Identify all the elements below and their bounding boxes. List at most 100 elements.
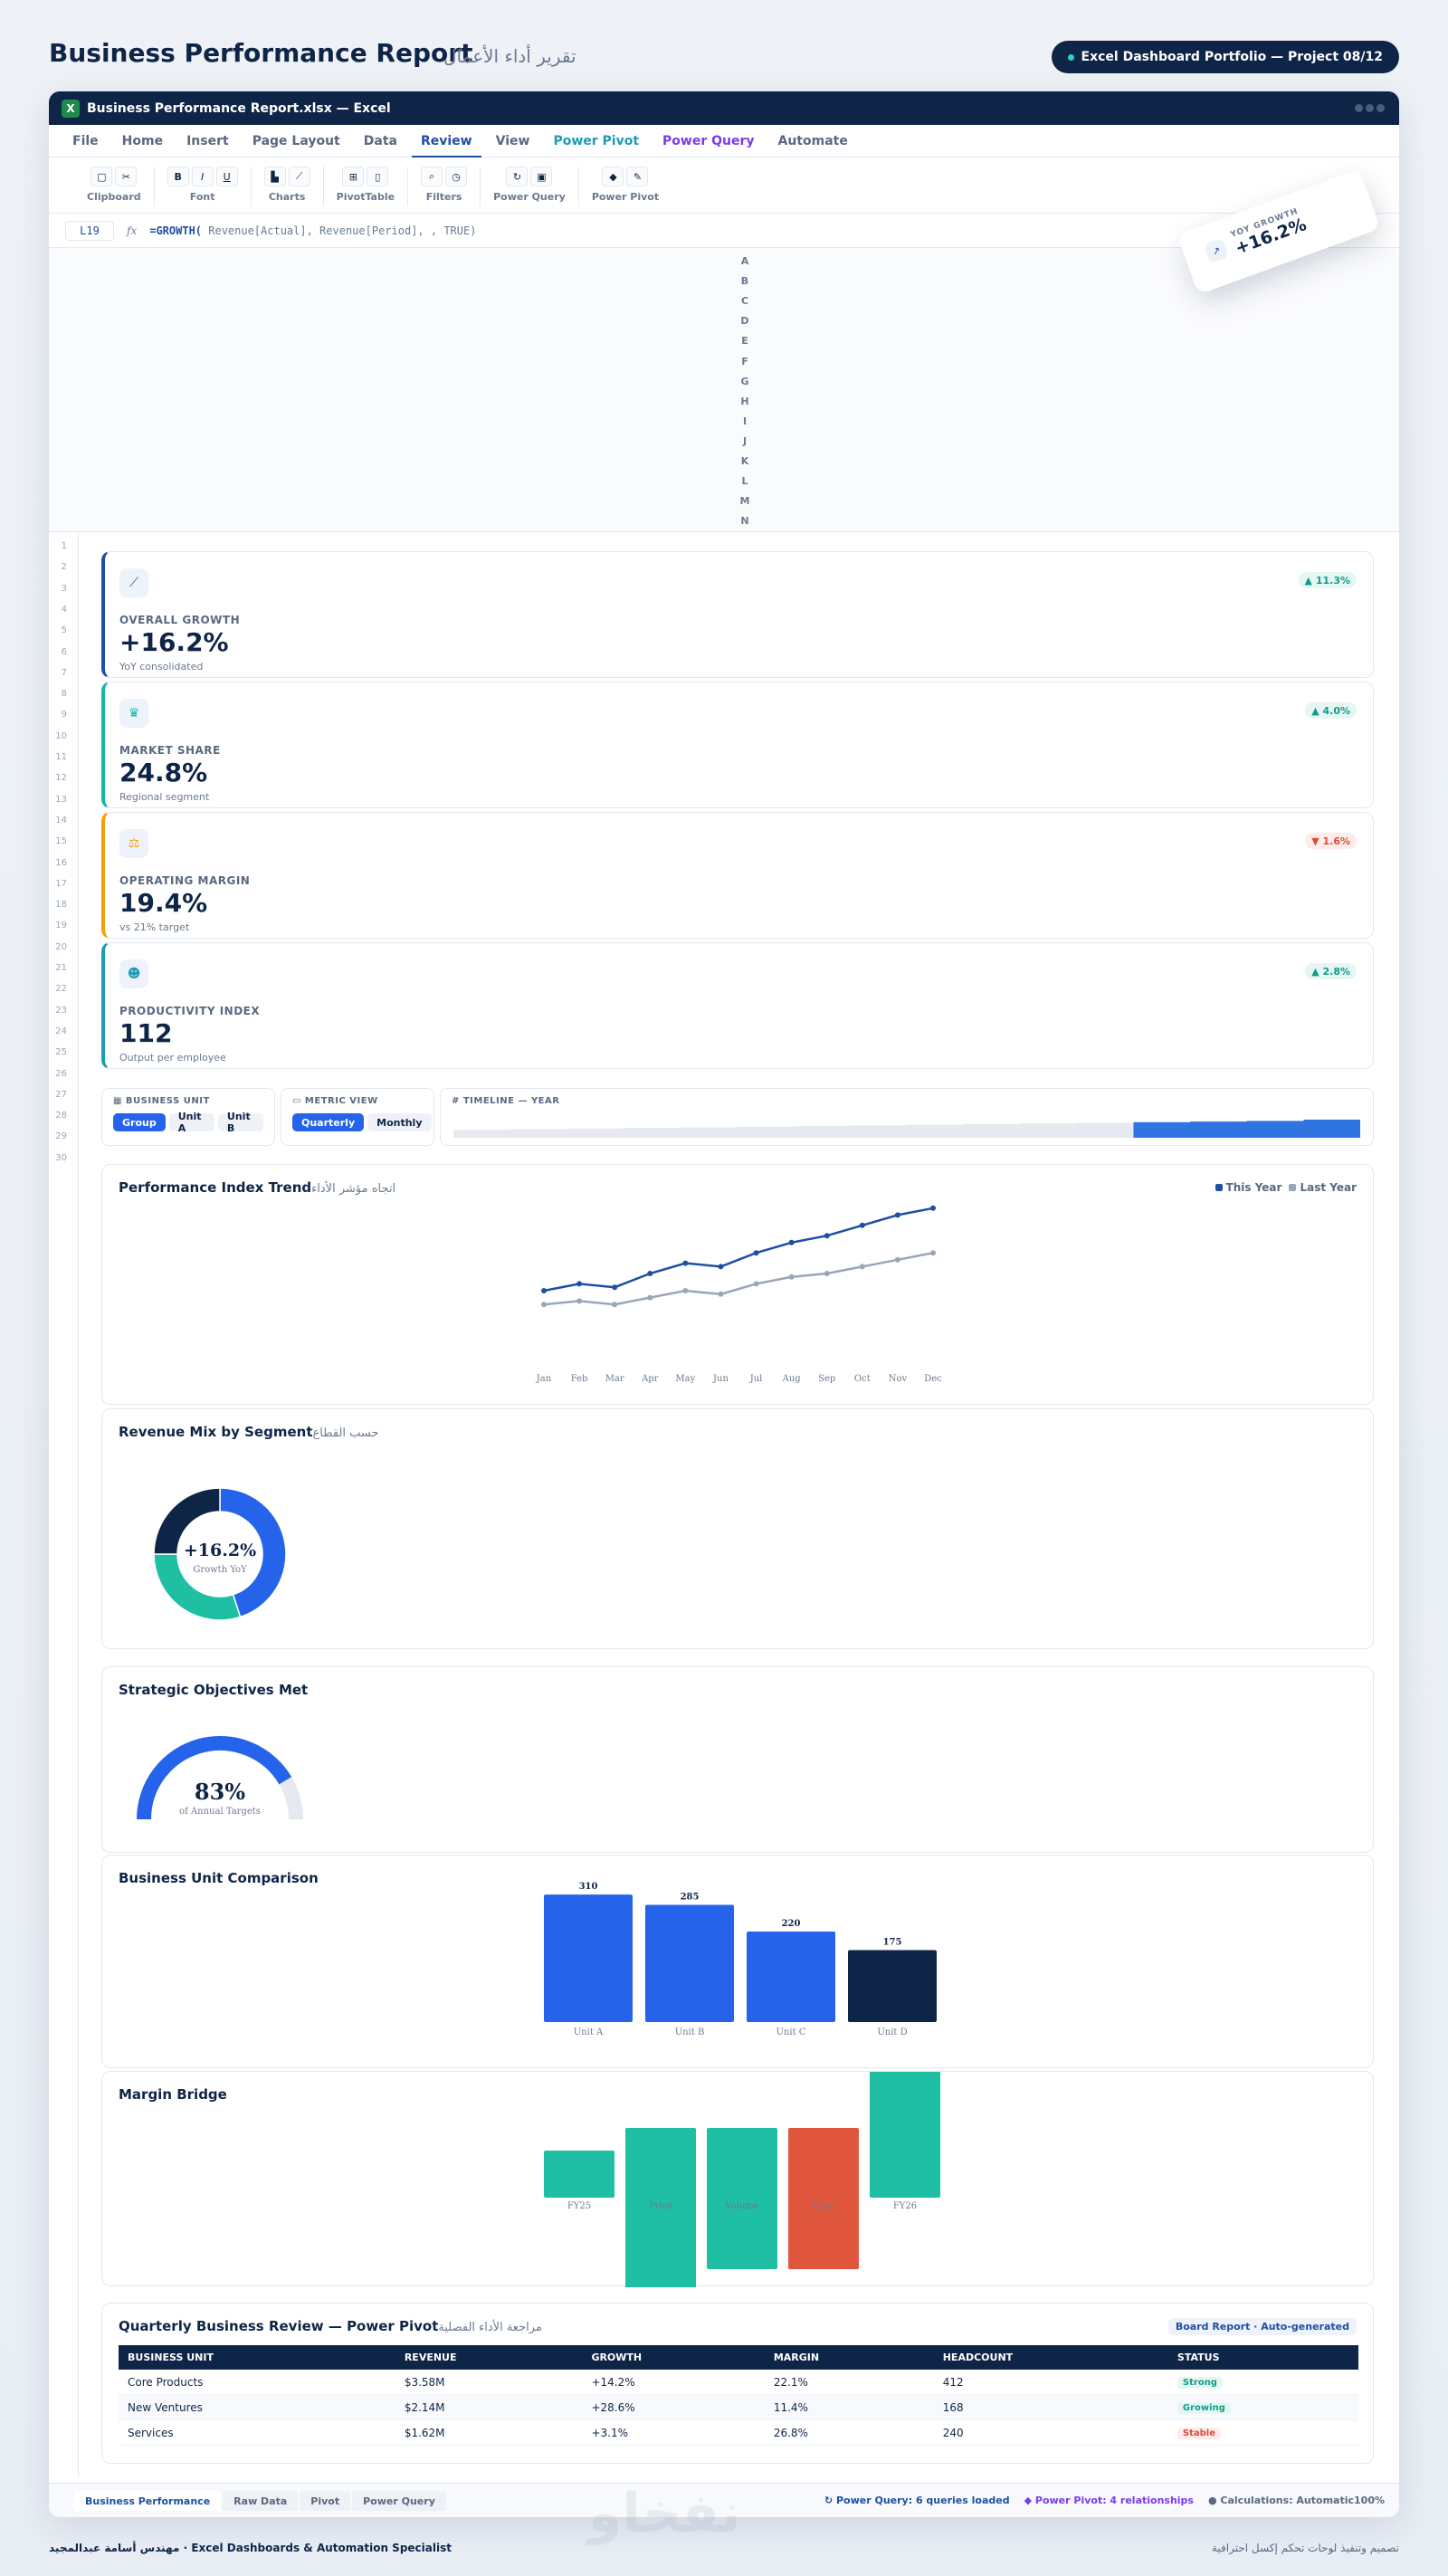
- fx-icon[interactable]: fx: [127, 224, 137, 237]
- column-header[interactable]: STATUS: [1167, 2345, 1358, 2370]
- row-header[interactable]: 9: [49, 710, 67, 720]
- row-header[interactable]: 18: [49, 900, 67, 910]
- column-header-e[interactable]: E: [738, 335, 751, 347]
- sheet-tab-business-performance[interactable]: Business Performance: [74, 2491, 222, 2511]
- power-query-status[interactable]: ↻ Power Query: 6 queries loaded: [824, 2495, 1010, 2506]
- row-header[interactable]: 22: [49, 984, 67, 994]
- row-header[interactable]: 7: [49, 668, 67, 678]
- format-i-button[interactable]: I: [191, 167, 214, 186]
- row-header[interactable]: 23: [49, 1006, 67, 1016]
- column-header-i[interactable]: I: [738, 415, 751, 427]
- menu-automate[interactable]: Automate: [778, 125, 848, 157]
- menu-view[interactable]: View: [496, 125, 530, 157]
- row-header[interactable]: 19: [49, 921, 67, 930]
- column-header-g[interactable]: G: [738, 376, 751, 387]
- table-row[interactable]: Services $1.62M +3.1% 26.8% 240 Stable: [119, 2419, 1358, 2446]
- row-header[interactable]: 1: [49, 541, 67, 551]
- row-header[interactable]: 8: [49, 689, 67, 699]
- column-header-m[interactable]: M: [738, 495, 751, 507]
- search-icon[interactable]: ⌕: [421, 167, 443, 186]
- document-icon[interactable]: ▯: [367, 167, 389, 186]
- slicer-option-group[interactable]: Group: [113, 1113, 166, 1131]
- scissors-icon[interactable]: ✂: [115, 167, 138, 186]
- slicer-option-unit-a[interactable]: Unit A: [168, 1111, 214, 1134]
- column-header[interactable]: MARGIN: [764, 2345, 934, 2370]
- row-header[interactable]: 6: [49, 647, 67, 657]
- column-header-a[interactable]: A: [738, 255, 751, 267]
- row-header[interactable]: 21: [49, 963, 67, 973]
- sheet-tab-raw-data[interactable]: Raw Data: [223, 2491, 299, 2511]
- menu-page-layout[interactable]: Page Layout: [252, 125, 340, 157]
- clock-icon[interactable]: ◷: [445, 167, 468, 186]
- clipboard-icon[interactable]: ▢: [90, 167, 113, 186]
- row-header[interactable]: 26: [49, 1069, 67, 1079]
- refresh-icon[interactable]: ↻: [506, 167, 529, 186]
- row-header[interactable]: 27: [49, 1090, 67, 1100]
- column-header[interactable]: HEADCOUNT: [933, 2345, 1168, 2370]
- row-header[interactable]: 3: [49, 584, 67, 594]
- slicer-option-unit-b[interactable]: Unit B: [217, 1111, 263, 1134]
- format-u-button[interactable]: U: [215, 167, 238, 186]
- column-header[interactable]: REVENUE: [395, 2345, 583, 2370]
- column-header-d[interactable]: D: [738, 315, 751, 327]
- column-header-c[interactable]: C: [738, 295, 751, 307]
- column-header-h[interactable]: H: [738, 396, 751, 407]
- kpi-card-market-share[interactable]: ♛ MARKET SHARE 24.8% Regional segment ▲ 4.0%: [101, 682, 1374, 808]
- pencil-icon[interactable]: ✎: [626, 167, 649, 186]
- column-header-l[interactable]: L: [738, 475, 751, 487]
- kpi-card-productivity-index[interactable]: ☻ PRODUCTIVITY INDEX 112 Output per employe…: [101, 942, 1374, 1069]
- slicer-option-monthly[interactable]: Monthly: [367, 1113, 432, 1131]
- window-dot-icon[interactable]: [1377, 104, 1385, 112]
- column-header[interactable]: BUSINESS UNIT: [119, 2345, 395, 2370]
- row-header[interactable]: 16: [49, 858, 67, 868]
- save-icon[interactable]: ▣: [530, 167, 553, 186]
- column-header[interactable]: GROWTH: [582, 2345, 765, 2370]
- column-header-j[interactable]: J: [738, 435, 751, 447]
- menu-file[interactable]: File: [72, 125, 99, 157]
- row-header[interactable]: 10: [49, 731, 67, 741]
- menu-home[interactable]: Home: [122, 125, 163, 157]
- row-header[interactable]: 24: [49, 1026, 67, 1036]
- slicer-option-quarterly[interactable]: Quarterly: [292, 1113, 365, 1131]
- name-box[interactable]: L19: [65, 220, 114, 241]
- menu-power-query[interactable]: Power Query: [662, 125, 754, 157]
- row-header[interactable]: 2: [49, 562, 67, 572]
- zoom-level[interactable]: 100%: [1354, 2495, 1385, 2506]
- row-header[interactable]: 13: [49, 795, 67, 805]
- window-dot-icon[interactable]: [1355, 104, 1363, 112]
- format-b-button[interactable]: B: [167, 167, 189, 186]
- row-header[interactable]: 20: [49, 942, 67, 952]
- sheet-tab-pivot[interactable]: Pivot: [300, 2491, 351, 2511]
- table-row[interactable]: New Ventures $2.14M +28.6% 11.4% 168 Growing: [119, 2394, 1358, 2420]
- menu-power-pivot[interactable]: Power Pivot: [553, 125, 639, 157]
- column-header-b[interactable]: B: [738, 275, 751, 287]
- row-header[interactable]: 29: [49, 1131, 67, 1141]
- table-row[interactable]: Core Products $3.58M +14.2% 22.1% 412 Strong: [119, 2370, 1358, 2395]
- timeline-bar[interactable]: [453, 1116, 1360, 1138]
- row-header[interactable]: 4: [49, 605, 67, 615]
- row-header[interactable]: 25: [49, 1047, 67, 1057]
- kpi-card-overall-growth[interactable]: ⟋ OVERALL GROWTH +16.2% YoY consolidated ▲ 1…: [101, 551, 1374, 678]
- row-header[interactable]: 30: [49, 1153, 67, 1163]
- kpi-card-operating-margin[interactable]: ⚖ OPERATING MARGIN 19.4% vs 21% target ▼ 1.6…: [101, 812, 1374, 939]
- formula-input[interactable]: =GROWTH( Revenue[Actual], Revenue[Period…: [149, 224, 476, 237]
- menu-review[interactable]: Review: [412, 125, 481, 157]
- row-header[interactable]: 12: [49, 773, 67, 783]
- menu-data[interactable]: Data: [364, 125, 397, 157]
- window-dot-icon[interactable]: [1366, 104, 1374, 112]
- row-header[interactable]: 15: [49, 836, 67, 846]
- bar-chart-icon[interactable]: ▙: [263, 167, 286, 186]
- window-controls[interactable]: [1355, 104, 1385, 112]
- column-header-k[interactable]: K: [738, 455, 751, 467]
- line-chart-icon[interactable]: ⟋: [288, 167, 310, 186]
- row-header[interactable]: 28: [49, 1111, 67, 1121]
- column-header-f[interactable]: F: [738, 356, 751, 367]
- sheet-tab-power-query[interactable]: Power Query: [352, 2491, 446, 2511]
- row-header[interactable]: 14: [49, 816, 67, 825]
- pivot-icon[interactable]: ⊞: [342, 167, 365, 186]
- row-header[interactable]: 5: [49, 625, 67, 635]
- diamond-icon[interactable]: ◆: [602, 167, 624, 186]
- row-header[interactable]: 11: [49, 752, 67, 762]
- power-pivot-status[interactable]: ◆ Power Pivot: 4 relationships: [1024, 2495, 1194, 2506]
- column-header-n[interactable]: N: [738, 515, 751, 527]
